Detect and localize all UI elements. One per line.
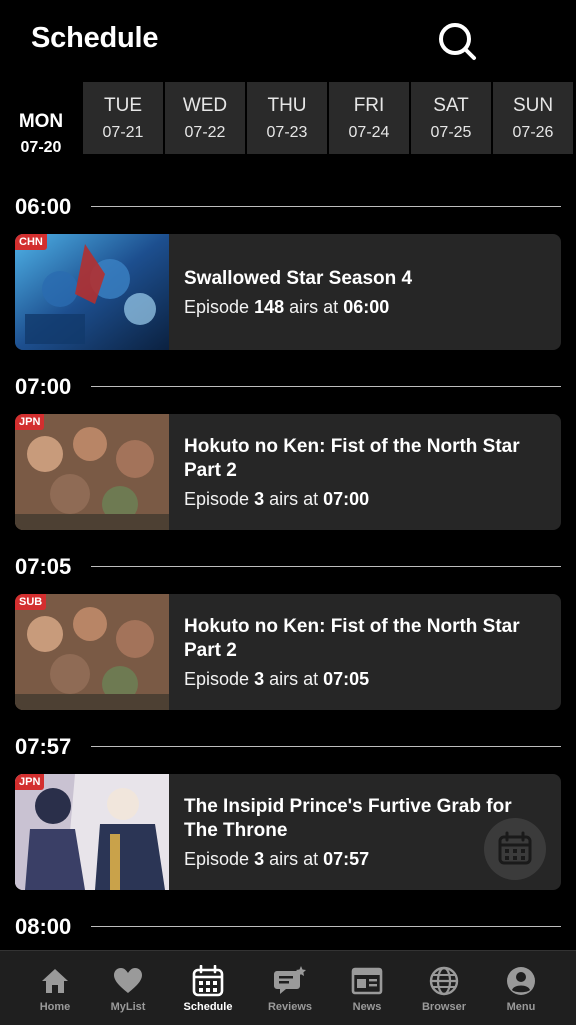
day-date: 07-20 bbox=[20, 139, 62, 156]
region-badge: JPN bbox=[15, 414, 45, 430]
calendar-icon bbox=[192, 965, 224, 997]
day-tab-mon[interactable]: MON 07-20 bbox=[0, 82, 82, 156]
nav-label: Schedule bbox=[183, 1001, 233, 1013]
divider bbox=[91, 926, 561, 927]
anime-title-line-1: Hokuto no Ken: Fist of the North Star bbox=[184, 436, 520, 457]
search-icon[interactable] bbox=[436, 20, 478, 62]
globe-icon bbox=[429, 966, 459, 996]
app-header: Schedule bbox=[0, 0, 576, 82]
user-icon bbox=[507, 967, 535, 995]
episode-info: Episode 3 airs at 07:00 bbox=[184, 489, 370, 509]
nav-mylist[interactable]: MyList bbox=[88, 951, 168, 1025]
schedule-card[interactable]: JPN The Insipid Prince's Furtive Grab fo… bbox=[15, 774, 561, 890]
nav-browser[interactable]: Browser bbox=[404, 951, 484, 1025]
nav-label: News bbox=[352, 1001, 382, 1013]
day-name: TUE bbox=[104, 95, 142, 116]
day-tab-sun[interactable]: SUN 07-26 bbox=[493, 82, 573, 154]
day-date: 07-25 bbox=[430, 124, 472, 141]
time-header: 07:57 bbox=[15, 734, 561, 760]
nav-news[interactable]: News bbox=[327, 951, 407, 1025]
nav-label: Menu bbox=[506, 1001, 536, 1013]
time-label: 07:05 bbox=[15, 554, 72, 579]
day-date: 07-24 bbox=[348, 124, 390, 141]
nav-menu[interactable]: Menu bbox=[481, 951, 561, 1025]
region-badge: CHN bbox=[15, 234, 47, 250]
time-header: 07:00 bbox=[15, 374, 561, 400]
time-header: 08:00 bbox=[15, 914, 561, 940]
day-name: SAT bbox=[433, 95, 469, 116]
day-name: THU bbox=[267, 95, 307, 116]
divider bbox=[91, 386, 561, 387]
divider bbox=[91, 206, 561, 207]
nav-schedule[interactable]: Schedule bbox=[168, 951, 248, 1025]
calendar-icon bbox=[498, 831, 532, 865]
anime-thumbnail bbox=[15, 414, 169, 530]
day-tab-thu[interactable]: THU 07-23 bbox=[247, 82, 327, 154]
day-date: 07-26 bbox=[512, 124, 554, 141]
day-date: 07-23 bbox=[266, 124, 308, 141]
nav-label: Reviews bbox=[267, 1001, 313, 1013]
anime-title-line-2: Part 2 bbox=[184, 640, 237, 661]
anime-title: Swallowed Star Season 4 bbox=[184, 268, 413, 289]
news-icon bbox=[351, 967, 383, 995]
episode-info: Episode 148 airs at 06:00 bbox=[184, 297, 390, 317]
time-header: 07:05 bbox=[15, 554, 561, 580]
region-badge: JPN bbox=[15, 774, 45, 790]
episode-info: Episode 3 airs at 07:05 bbox=[184, 669, 370, 689]
nav-reviews[interactable]: Reviews bbox=[250, 951, 330, 1025]
heart-icon bbox=[114, 968, 142, 993]
nav-label: MyList bbox=[110, 1001, 146, 1013]
day-name: FRI bbox=[353, 95, 385, 116]
day-name: SUN bbox=[512, 95, 554, 116]
divider bbox=[91, 566, 561, 567]
anime-thumbnail bbox=[15, 594, 169, 710]
anime-thumbnail bbox=[15, 234, 169, 350]
nav-label: Browser bbox=[421, 1001, 467, 1013]
nav-home[interactable]: Home bbox=[15, 951, 95, 1025]
day-tab-wed[interactable]: WED 07-22 bbox=[165, 82, 245, 154]
region-badge: SUB bbox=[15, 594, 47, 610]
time-label: 07:57 bbox=[15, 734, 72, 759]
day-tab-tue[interactable]: TUE 07-21 bbox=[83, 82, 163, 154]
reviews-icon bbox=[274, 966, 306, 994]
anime-title-line-1: The Insipid Prince's Furtive Grab for bbox=[184, 796, 512, 817]
bottom-navigation: Home MyList Schedule Reviews News Browse… bbox=[0, 950, 576, 1025]
time-label: 07:00 bbox=[15, 374, 72, 399]
time-label: 08:00 bbox=[15, 914, 72, 939]
divider bbox=[91, 746, 561, 747]
day-name: WED bbox=[182, 95, 228, 116]
anime-title-line-2: Part 2 bbox=[184, 460, 237, 481]
day-tab-fri[interactable]: FRI 07-24 bbox=[329, 82, 409, 154]
time-header: 06:00 bbox=[15, 194, 561, 220]
anime-title-line-1: Hokuto no Ken: Fist of the North Star bbox=[184, 616, 520, 637]
anime-thumbnail bbox=[15, 774, 169, 890]
schedule-card[interactable]: JPN Hokuto no Ken: Fist of the North Sta… bbox=[15, 414, 561, 530]
day-tab-sat[interactable]: SAT 07-25 bbox=[411, 82, 491, 154]
time-label: 06:00 bbox=[15, 194, 72, 219]
day-date: 07-22 bbox=[184, 124, 226, 141]
nav-label: Home bbox=[39, 1001, 71, 1013]
home-icon bbox=[42, 969, 68, 993]
page-title: Schedule bbox=[31, 22, 159, 54]
day-name: MON bbox=[18, 111, 64, 132]
day-tabs: MON 07-20 TUE 07-21 WED 07-22 THU 07-23 … bbox=[0, 82, 576, 156]
day-date: 07-21 bbox=[102, 124, 144, 141]
calendar-fab-button[interactable] bbox=[484, 818, 546, 880]
schedule-card[interactable]: CHN Swallowed Star Season 4 Episode 148 … bbox=[15, 234, 561, 350]
schedule-card[interactable]: SUB Hokuto no Ken: Fist of the North Sta… bbox=[15, 594, 561, 710]
